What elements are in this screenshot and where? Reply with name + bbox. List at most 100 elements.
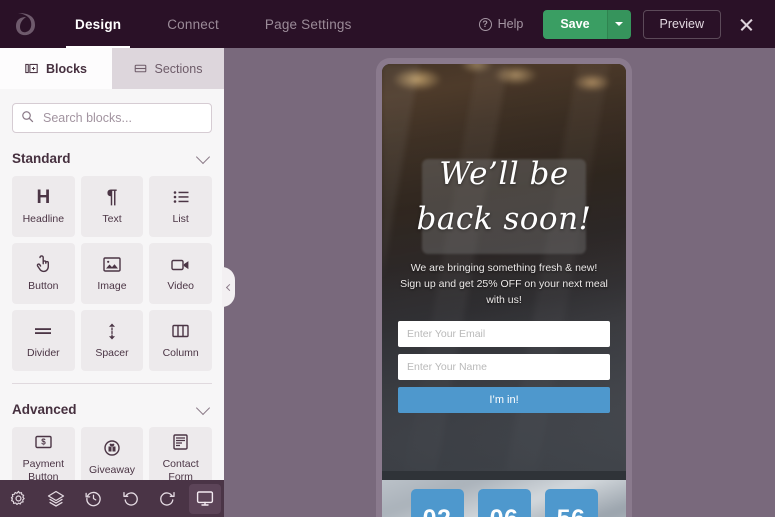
toolbar-slot-redo [149,480,186,517]
close-button[interactable] [729,7,763,41]
section-divider [12,383,212,384]
block-text-label: Text [102,213,122,226]
redo-button[interactable] [150,480,185,517]
toolbar-slot-undo [112,480,149,517]
button-icon [35,254,51,274]
tab-sections[interactable]: Sections [112,48,224,89]
block-image-label: Image [97,280,127,293]
tab-sections-label: Sections [154,61,203,76]
hero-subline-line2: Sign up and get 25% OFF on your next mea… [400,278,608,307]
countdown-box-seconds: 56 [544,489,598,517]
hero-subline: We are bringing something fresh & new! S… [394,260,614,309]
hero-subline-line1: We are bringing something fresh & new! [410,261,598,274]
block-contact-form-label: Contact Form [162,458,199,483]
main-nav: Design Connect Page Settings [52,0,375,48]
list-icon [173,187,189,207]
hero-headline: We’ll be back soon! [416,156,592,237]
toolbar-slot-settings [0,480,37,517]
group-header-advanced[interactable]: Advanced [12,400,212,417]
layers-button[interactable] [38,480,73,517]
chevron-down-icon[interactable] [195,400,211,415]
chevron-down-icon [615,22,624,26]
app-root: Design Connect Page Settings ? Help Save [0,0,775,517]
settings-gear-button[interactable] [1,480,36,517]
block-video-label: Video [167,280,194,293]
search-input[interactable] [12,103,212,133]
block-spacer[interactable]: Spacer [80,310,144,371]
block-giveaway-label: Giveaway [88,464,136,477]
block-button[interactable]: Button [12,243,75,304]
toolbar-slot-desktop [187,483,224,514]
question-circle-icon: ? [478,17,492,31]
top-bar: Design Connect Page Settings ? Help Save [0,0,775,48]
help-label: Help [497,17,524,31]
nav-item-page-settings[interactable]: Page Settings [242,0,375,48]
left-sidebar: Blocks Sections Search blocks... Standar… [0,48,224,517]
block-list[interactable]: List [149,176,212,237]
top-bar-actions: ? Help Save Preview [465,7,775,41]
save-dropdown-button[interactable] [606,9,631,39]
save-button-group: Save [543,9,631,39]
save-label: Save [560,17,590,31]
block-payment-button-label: Payment Button [22,458,65,483]
block-spacer-label: Spacer [95,347,129,360]
block-payment-button[interactable]: $ Payment Button [12,427,75,488]
history-clock-icon [85,491,101,507]
block-divider[interactable]: Divider [12,310,75,371]
phone-frame: We’ll be back soon! We are bringing some… [376,58,632,517]
block-text[interactable]: ¶ Text [80,176,144,237]
phone-screen: We’ll be back soon! We are bringing some… [382,64,626,517]
block-contact-form[interactable]: Contact Form [149,427,212,488]
blocks-icon [25,63,38,74]
toolbar-slot-history [75,480,112,517]
video-icon [171,254,190,274]
block-column[interactable]: Column [149,310,212,371]
nav-item-design[interactable]: Design [52,0,144,48]
gear-icon [10,490,25,506]
countdown-boxes: 02 06 56 [382,489,626,517]
group-header-standard[interactable]: Standard [12,149,212,166]
nav-item-connect[interactable]: Connect [144,0,242,48]
block-giveaway[interactable]: Giveaway [80,427,144,488]
block-button-label: Button [28,280,59,293]
email-field[interactable] [398,320,610,347]
hero-section: We’ll be back soon! We are bringing some… [382,64,626,471]
history-button[interactable] [76,480,111,517]
preview-button[interactable]: Preview [642,9,721,39]
payment-button-icon: $ [35,432,52,452]
contact-form-icon [173,432,188,452]
block-grid-advanced: $ Payment Button Giveaway Contact Form [12,427,212,488]
column-icon [172,321,189,341]
countdown-section: 02 06 56 [382,471,626,517]
block-list-label: List [172,213,189,226]
block-video[interactable]: Video [149,243,212,304]
giveaway-icon [104,438,120,458]
undo-button[interactable] [113,480,148,517]
sections-icon [134,64,146,73]
block-image[interactable]: Image [80,243,144,304]
countdown-top-strip [382,471,626,480]
toolbar-slot-layers [37,480,74,517]
help-button[interactable]: ? Help [465,11,538,37]
submit-button[interactable]: I’m in! [398,386,610,413]
block-headline[interactable]: H Headline [12,176,75,237]
close-icon [739,17,754,32]
save-button[interactable]: Save [543,9,607,39]
preview-label: Preview [659,17,704,31]
app-logo[interactable] [0,0,52,48]
nav-item-connect-label: Connect [167,16,219,32]
nav-item-page-settings-label: Page Settings [264,16,352,32]
block-divider-label: Divider [26,347,60,360]
desktop-view-button[interactable] [189,483,222,514]
chevron-down-icon[interactable] [195,149,211,164]
svg-text:$: $ [41,438,46,447]
block-grid-standard: H Headline ¶ Text List Button Image Vide… [12,176,212,371]
tab-blocks[interactable]: Blocks [0,48,112,89]
spacer-icon [105,321,119,341]
signup-form: I’m in! [398,320,610,413]
name-field[interactable] [398,353,610,380]
sidebar-tabs: Blocks Sections [0,48,224,89]
hero-content: We’ll be back soon! We are bringing some… [382,64,626,471]
image-icon [103,254,121,274]
countdown-box-minutes: 06 [477,489,531,517]
